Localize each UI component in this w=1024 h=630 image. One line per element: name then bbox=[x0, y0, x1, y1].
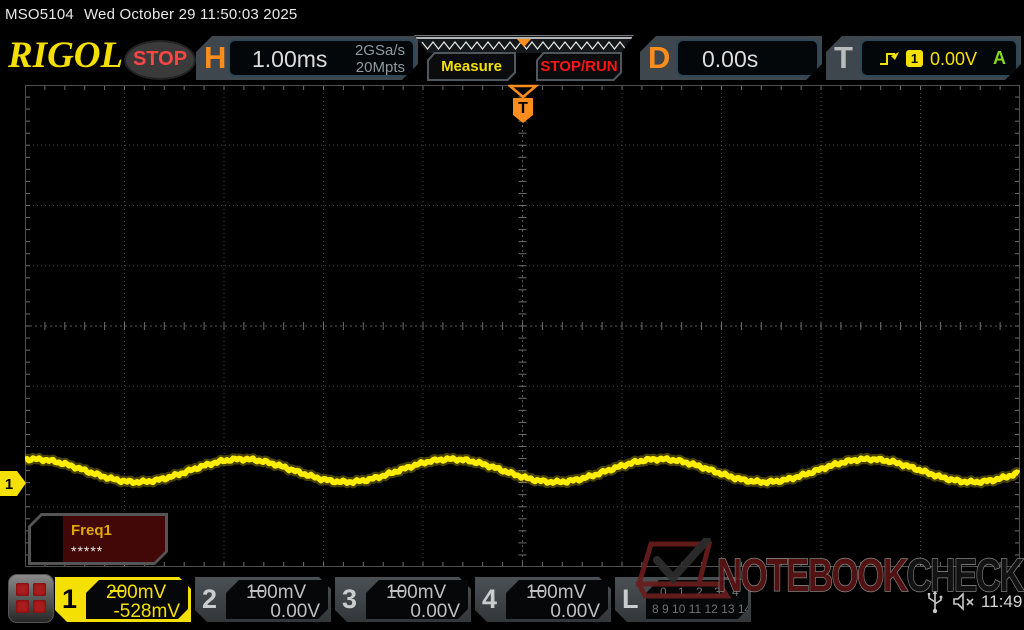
channel1-tab[interactable]: 1 200mV -528mV bbox=[55, 577, 191, 622]
memory-depth: 20Mpts bbox=[355, 59, 405, 76]
delay-panel[interactable]: D 0.00s bbox=[640, 36, 822, 80]
channel4-number: 4 bbox=[482, 584, 497, 615]
svg-text:T: T bbox=[518, 100, 528, 117]
sample-rate: 2GSa/s bbox=[355, 42, 405, 59]
model-label: MSO5104 bbox=[5, 6, 74, 23]
logic-channels: 0 1 2 3 4 5 6 7 8 9 10 11 12 13 14 15 bbox=[646, 580, 748, 619]
measurement-item-freq1[interactable]: Freq1 ***** bbox=[28, 513, 168, 565]
logic-label: L bbox=[622, 584, 639, 615]
logic-row-0-7: 0 1 2 3 4 5 6 7 bbox=[660, 585, 797, 599]
channel4-tab[interactable]: 4 100mV 0.00V bbox=[475, 577, 611, 622]
horizontal-panel[interactable]: H 1.00ms 2GSa/s 20Mpts bbox=[196, 36, 418, 80]
acquisition-info: 2GSa/s 20Mpts bbox=[355, 42, 405, 76]
menu-grid-icon bbox=[33, 583, 46, 596]
channel1-number: 1 bbox=[62, 584, 77, 615]
trigger-slope-icon bbox=[878, 48, 900, 68]
channel4-info: 100mV 0.00V bbox=[506, 580, 608, 619]
channel2-number: 2 bbox=[202, 584, 217, 615]
channel1-info: 200mV -528mV bbox=[86, 580, 188, 619]
delay-value: 0.00s bbox=[702, 46, 758, 73]
menu-grid-icon bbox=[16, 583, 29, 596]
channel2-tab[interactable]: 2 100mV 0.00V bbox=[195, 577, 331, 622]
measurement-box-inner: Freq1 ***** bbox=[31, 516, 165, 562]
waveform-overview-icon bbox=[414, 36, 634, 53]
trigger-panel[interactable]: T 1 0.00V A bbox=[826, 36, 1021, 80]
logic-analyzer-tab[interactable]: L 0 1 2 3 4 5 6 7 8 9 10 11 12 13 14 15 bbox=[615, 577, 751, 622]
trigger-level-value: 0.00V bbox=[930, 49, 977, 70]
usb-icon bbox=[926, 590, 944, 616]
channel3-tab[interactable]: 3 100mV 0.00V bbox=[335, 577, 471, 622]
timebase-value: 1.00ms bbox=[252, 46, 327, 73]
stop-run-button-label: STOP/RUN bbox=[538, 54, 620, 79]
stop-run-button[interactable]: STOP/RUN bbox=[536, 52, 622, 81]
menu-grid-icon bbox=[16, 600, 29, 613]
run-state-badge[interactable]: STOP bbox=[124, 40, 196, 80]
quick-menu-button[interactable] bbox=[8, 574, 54, 623]
freq1-value: ***** bbox=[71, 543, 103, 559]
waveform-overview-strip[interactable] bbox=[414, 35, 634, 53]
channel3-number: 3 bbox=[342, 584, 357, 615]
measure-button[interactable]: Measure bbox=[427, 52, 516, 81]
delay-label: D bbox=[648, 40, 670, 76]
oscilloscope-graticule bbox=[25, 85, 1020, 567]
datetime-label: Wed October 29 11:50:03 2025 bbox=[84, 6, 298, 23]
measure-button-label: Measure bbox=[429, 54, 514, 79]
horizontal-inner-box: 1.00ms 2GSa/s 20Mpts bbox=[228, 39, 415, 77]
clock: 11:49 bbox=[981, 592, 1022, 612]
trigger-source-badge: 1 bbox=[906, 50, 923, 67]
status-bar: MSO5104 Wed October 29 11:50:03 2025 bbox=[5, 6, 307, 23]
menu-grid-icon bbox=[33, 600, 46, 613]
measurement-box-body: Freq1 ***** bbox=[63, 516, 165, 562]
horizontal-label: H bbox=[204, 40, 226, 76]
trigger-label: T bbox=[834, 40, 853, 76]
trigger-mode-auto: A bbox=[993, 48, 1006, 69]
speaker-muted-icon bbox=[952, 592, 978, 612]
rigol-logo: RIGOL bbox=[8, 36, 123, 76]
channel2-info: 100mV 0.00V bbox=[226, 580, 328, 619]
svg-text:1: 1 bbox=[5, 476, 13, 493]
trigger-inner-box: 1 0.00V A bbox=[860, 39, 1018, 77]
trigger-position-marker[interactable]: T bbox=[508, 84, 540, 126]
channel3-info: 100mV 0.00V bbox=[366, 580, 468, 619]
freq1-label: Freq1 bbox=[71, 522, 112, 539]
delay-inner-box: 0.00s bbox=[676, 39, 819, 77]
channel1-ground-marker[interactable]: 1 bbox=[0, 470, 27, 497]
